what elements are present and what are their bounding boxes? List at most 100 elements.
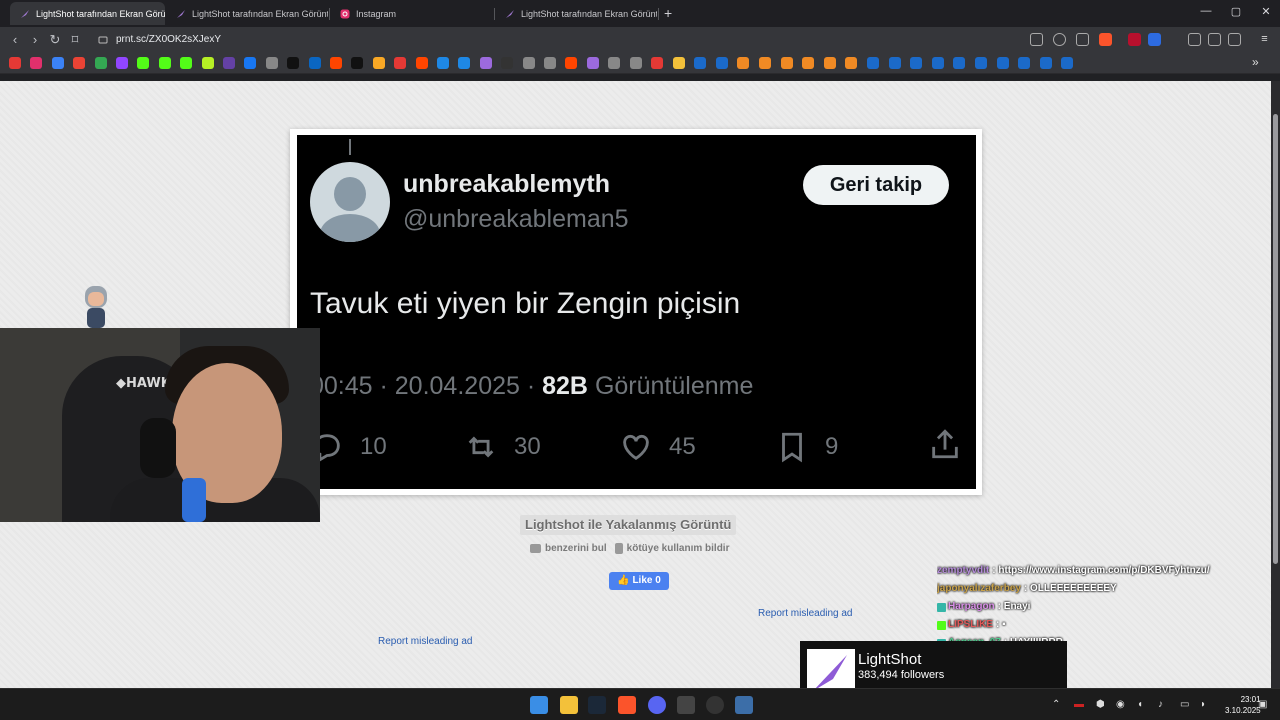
epic-games-icon[interactable] <box>677 696 695 714</box>
bookmark-favicon-icon[interactable] <box>501 57 514 69</box>
bookmark-favicon-icon[interactable] <box>672 57 685 69</box>
site-info-icon[interactable] <box>98 35 108 45</box>
bookmark-favicon-icon[interactable] <box>1039 57 1052 69</box>
bookmark-favicon-icon[interactable] <box>458 57 471 69</box>
tab-instagram[interactable]: Instagram <box>330 2 494 25</box>
app-icon[interactable] <box>735 696 753 714</box>
facebook-like-button[interactable]: 👍 Like 0 <box>609 572 669 590</box>
share-icon[interactable] <box>1076 33 1089 46</box>
bookmark-favicon-icon[interactable] <box>544 57 556 69</box>
bookmark-favicon-icon[interactable] <box>823 57 836 69</box>
cast-icon[interactable] <box>1030 33 1043 46</box>
extension-icon[interactable] <box>1148 33 1161 46</box>
volume-icon[interactable]: ◖ <box>1137 699 1143 710</box>
bookmark-favicon-icon[interactable] <box>586 57 599 69</box>
bookmark-favicon-icon[interactable] <box>694 57 707 69</box>
file-explorer-icon[interactable] <box>560 696 578 714</box>
steam-icon[interactable] <box>588 696 606 714</box>
bookmark-favicon-icon[interactable] <box>437 57 449 69</box>
bookmark-favicon-icon[interactable] <box>608 57 621 69</box>
brave-shields-icon[interactable] <box>1099 33 1112 46</box>
report-abuse-link[interactable]: kötüye kullanım bildir <box>614 543 729 554</box>
bookmark-favicon-icon[interactable] <box>223 57 235 69</box>
bookmark-favicon-icon[interactable] <box>565 57 578 69</box>
new-tab-button[interactable]: + <box>664 4 672 22</box>
tab-lightshot-2[interactable]: LightShot tarafından Ekran Görüntüs <box>166 2 328 25</box>
bookmark-favicon-icon[interactable] <box>9 57 21 69</box>
bookmark-favicon-icon[interactable] <box>265 57 278 69</box>
notifications-icon[interactable]: ▣ <box>1258 699 1267 710</box>
bookmark-favicon-icon[interactable] <box>394 57 407 69</box>
bookmark-favicon-icon[interactable] <box>308 57 321 69</box>
speaker-icon[interactable]: ◗ <box>1200 699 1206 710</box>
bookmark-favicon-icon[interactable] <box>651 57 663 69</box>
sidebar-icon[interactable] <box>1228 33 1241 46</box>
obs-icon[interactable] <box>706 696 724 714</box>
address-bar[interactable]: prnt.sc/ZX0OK2sXJexY <box>90 30 1020 50</box>
microphone-tray-icon[interactable]: ♪ <box>1158 699 1163 710</box>
close-window-button[interactable]: ✕ <box>1256 5 1276 18</box>
bookmark-favicon-icon[interactable] <box>73 57 86 69</box>
bookmark-favicon-icon[interactable] <box>996 57 1009 69</box>
bookmark-favicon-icon[interactable] <box>116 57 128 69</box>
bookmark-favicon-icon[interactable] <box>888 57 901 69</box>
tweet-screenshot[interactable]: unbreakablemyth @unbreakableman5 Geri ta… <box>297 135 976 489</box>
back-icon[interactable]: ‹ <box>6 31 24 49</box>
bookmark-favicon-icon[interactable] <box>30 57 43 69</box>
tray-overflow-icon[interactable]: ⌃ <box>1052 699 1060 710</box>
bookmark-favicon-icon[interactable] <box>1061 57 1074 69</box>
bookmark-favicon-icon[interactable] <box>415 57 428 69</box>
maximize-button[interactable]: ▢ <box>1226 5 1246 18</box>
bookmark-favicon-icon[interactable] <box>1018 57 1031 69</box>
menu-icon[interactable]: ≡ <box>1258 33 1271 46</box>
ublock-icon[interactable] <box>1128 33 1141 46</box>
bookmark-favicon-icon[interactable] <box>759 57 771 69</box>
bookmark-favicon-icon[interactable] <box>94 57 107 69</box>
network-icon[interactable]: ▭ <box>1180 699 1189 710</box>
bookmark-favicon-icon[interactable] <box>715 57 728 69</box>
tab-lightshot-4[interactable]: LightShot tarafından Ekran Görüntüs <box>495 2 657 25</box>
tray-app-icon[interactable]: ▬ <box>1074 699 1084 710</box>
bookmark-favicon-icon[interactable] <box>867 57 879 69</box>
bookmark-favicon-icon[interactable] <box>351 57 364 69</box>
bookmark-favicon-icon[interactable] <box>910 57 923 69</box>
bookmark-favicon-icon[interactable] <box>244 57 257 69</box>
bookmark-favicon-icon[interactable] <box>629 57 642 69</box>
bookmark-favicon-icon[interactable] <box>931 57 944 69</box>
zoom-icon[interactable] <box>1053 33 1066 46</box>
bookmark-favicon-icon[interactable] <box>158 57 171 69</box>
bookmark-favicon-icon[interactable] <box>802 57 815 69</box>
reload-icon[interactable]: ↻ <box>46 31 64 49</box>
find-similar-link[interactable]: benzerini bul <box>530 543 607 554</box>
bookmark-favicon-icon[interactable] <box>522 57 535 69</box>
extension-icon[interactable] <box>1188 33 1201 46</box>
bookmark-favicon-icon[interactable] <box>845 57 858 69</box>
bookmark-favicon-icon[interactable] <box>953 57 966 69</box>
brave-icon[interactable] <box>618 696 636 714</box>
bookmark-favicon-icon[interactable] <box>330 57 342 69</box>
discord-icon[interactable] <box>648 696 666 714</box>
tray-app-icon[interactable]: ⬢ <box>1096 699 1105 710</box>
bookmark-favicon-icon[interactable] <box>372 57 385 69</box>
page-scrollbar[interactable] <box>1271 81 1280 688</box>
bookmark-favicon-icon[interactable] <box>201 57 214 69</box>
lightshot-promo-card[interactable]: LightShot 383,494 followers <box>800 641 1067 688</box>
scrollbar-thumb[interactable] <box>1273 114 1278 564</box>
extensions-puzzle-icon[interactable] <box>1208 33 1221 46</box>
system-clock[interactable]: 23:01 3.10.2025 <box>1225 694 1261 716</box>
forward-icon[interactable]: › <box>26 31 44 49</box>
bookmark-page-icon[interactable]: ⌑ <box>66 31 84 49</box>
bookmark-favicon-icon[interactable] <box>780 57 793 69</box>
bookmark-favicon-icon[interactable] <box>51 57 64 69</box>
report-ad-link[interactable]: Report misleading ad <box>378 636 473 647</box>
report-ad-link[interactable]: Report misleading ad <box>758 608 853 619</box>
bookmark-favicon-icon[interactable] <box>180 57 193 69</box>
bookmark-favicon-icon[interactable] <box>287 57 300 69</box>
bookmark-favicon-icon[interactable] <box>137 57 150 69</box>
minimize-button[interactable]: — <box>1196 5 1216 17</box>
tab-lightshot-active[interactable]: LightShot tarafından Ekran Görüntüs ✕ <box>10 2 165 25</box>
bookmark-favicon-icon[interactable] <box>737 57 750 69</box>
bookmarks-overflow-icon[interactable]: » <box>1252 55 1259 69</box>
steam-tray-icon[interactable]: ◉ <box>1116 699 1125 710</box>
bookmark-favicon-icon[interactable] <box>479 57 492 69</box>
